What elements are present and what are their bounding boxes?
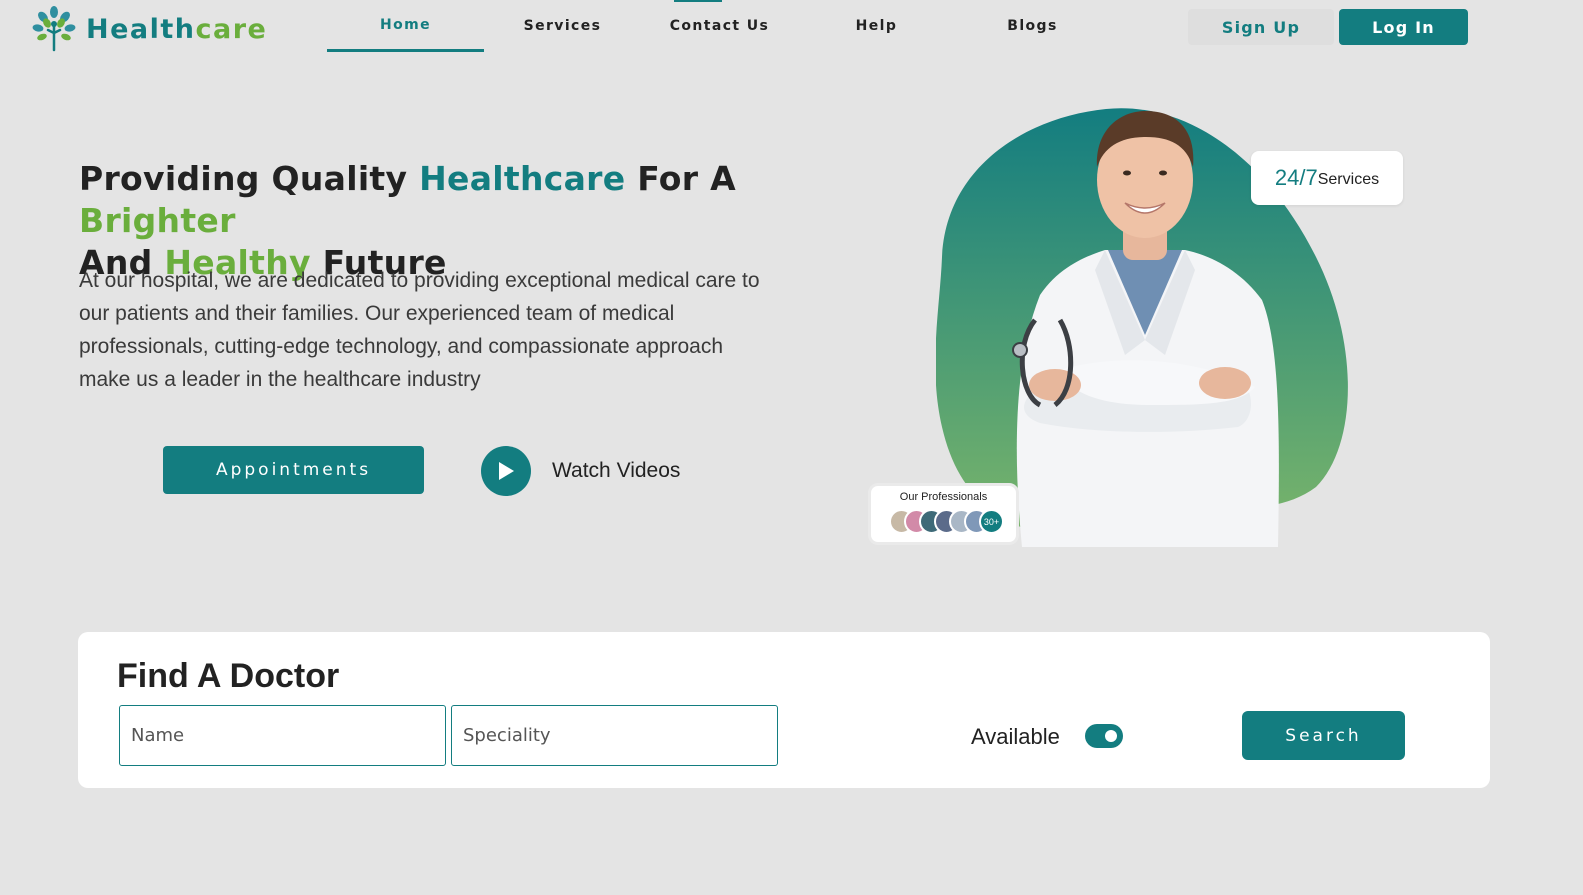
find-doctor-panel: Find A Doctor Available Search <box>78 632 1490 788</box>
hero-description: At our hospital, we are dedicated to pro… <box>79 269 760 391</box>
speciality-input[interactable] <box>451 705 778 766</box>
professionals-card: Our Professionals 30+ <box>868 483 1019 545</box>
professionals-avatars: 30+ <box>889 509 1009 534</box>
sign-up-button[interactable]: Sign Up <box>1188 9 1334 45</box>
find-doctor-title: Find A Doctor <box>117 657 340 695</box>
more-professionals-count: 30+ <box>979 509 1004 534</box>
search-button[interactable]: Search <box>1242 711 1405 760</box>
navbar: Healthcare Home Services Contact Us Help… <box>0 0 1583 56</box>
appointments-button[interactable]: Appointments <box>163 446 424 494</box>
tree-logo-icon <box>32 6 76 52</box>
doctor-photo <box>1012 110 1279 547</box>
nav-link-contact-us[interactable]: Contact Us <box>641 0 798 52</box>
nav-link-home[interactable]: Home <box>327 0 484 52</box>
professionals-title: Our Professionals <box>899 491 988 503</box>
badge-number: 24/7 <box>1274 165 1318 190</box>
available-toggle[interactable] <box>1085 724 1123 748</box>
brand-name: Healthcare <box>86 13 268 45</box>
watch-videos-link[interactable]: Watch Videos <box>481 446 680 496</box>
watch-videos-label: Watch Videos <box>552 459 681 482</box>
nav-link-services[interactable]: Services <box>484 0 641 52</box>
doctor-name-input[interactable] <box>119 705 446 766</box>
brand-logo[interactable]: Healthcare <box>30 6 267 52</box>
nav-link-help[interactable]: Help <box>798 0 955 52</box>
available-label: Available <box>971 724 1060 749</box>
nav-link-blogs[interactable]: Blogs <box>954 0 1111 52</box>
services-247-badge: 24/7 Services <box>1251 151 1403 205</box>
play-icon[interactable] <box>481 446 531 496</box>
badge-text: Services <box>1317 171 1380 188</box>
log-in-button[interactable]: Log In <box>1339 9 1468 45</box>
toggle-knob <box>1105 730 1117 742</box>
